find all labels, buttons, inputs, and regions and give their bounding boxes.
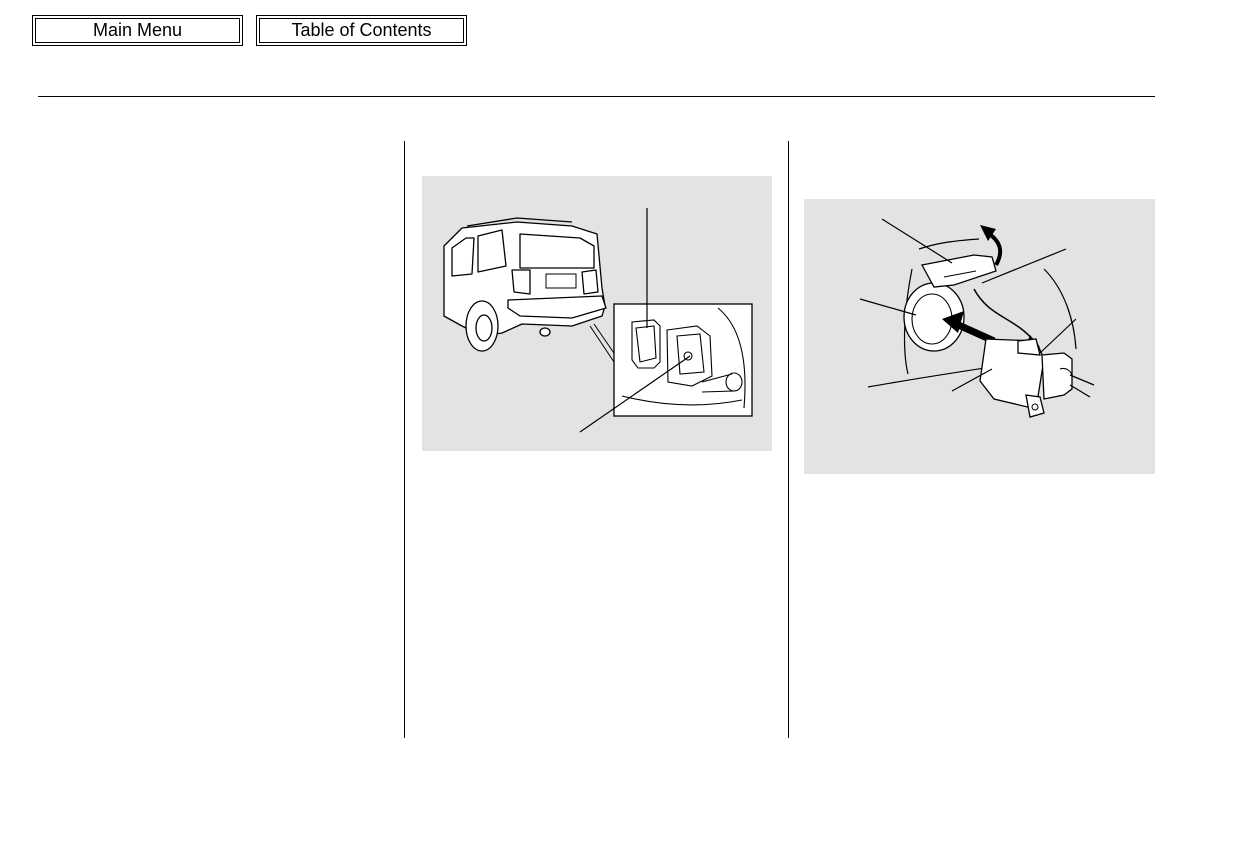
connector-plug-drawing — [859, 218, 1095, 418]
table-of-contents-label: Table of Contents — [259, 18, 464, 43]
trailer-connector-plug-illustration — [804, 199, 1155, 474]
main-menu-button[interactable]: Main Menu — [32, 15, 243, 46]
main-menu-label: Main Menu — [35, 18, 240, 43]
column-divider-right — [788, 141, 789, 738]
table-of-contents-button[interactable]: Table of Contents — [256, 15, 467, 46]
header-divider — [38, 96, 1155, 97]
vehicle-rear-trailer-connector-illustration — [422, 176, 772, 451]
column-divider-left — [404, 141, 405, 738]
vehicle-rear-drawing — [443, 208, 753, 433]
